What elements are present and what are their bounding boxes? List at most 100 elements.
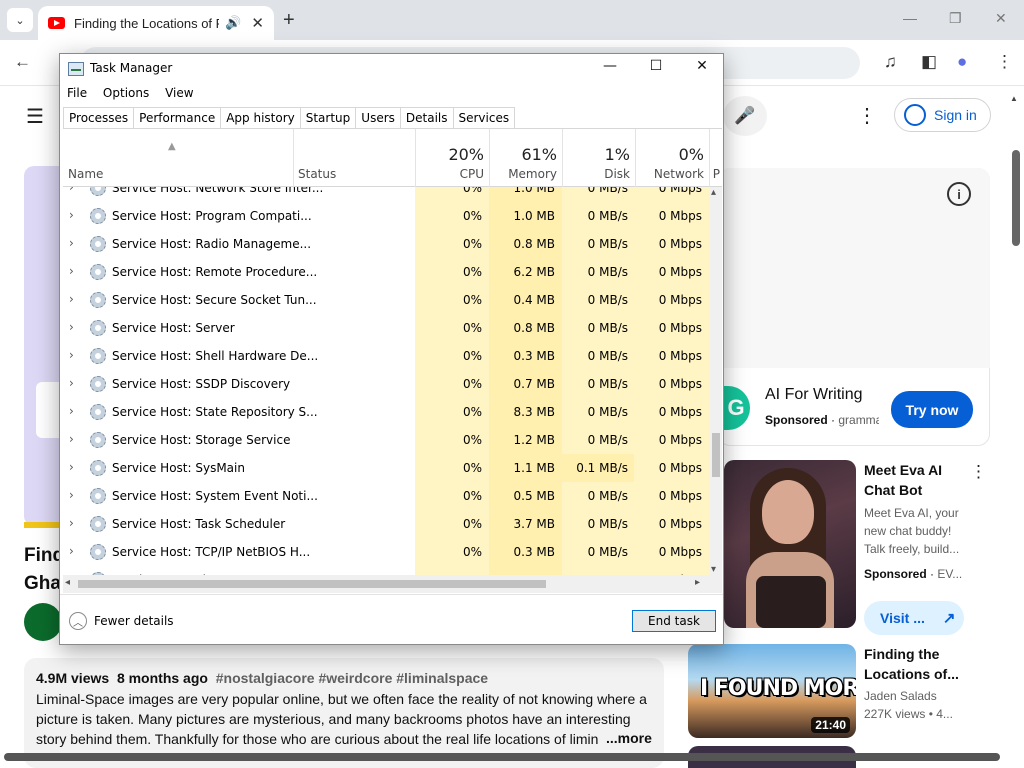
column-network[interactable]: 0% Network <box>635 129 709 187</box>
expand-chevron-icon[interactable]: › <box>69 376 74 390</box>
scroll-left-icon[interactable]: ◂ <box>65 577 70 588</box>
expand-chevron-icon[interactable]: › <box>69 320 74 334</box>
tab-services[interactable]: Services <box>453 107 516 129</box>
scroll-up-icon[interactable]: ▴ <box>711 187 716 198</box>
video-player[interactable] <box>24 166 64 526</box>
column-disk[interactable]: 1% Disk <box>562 129 635 187</box>
fewer-details-button[interactable]: Fewer details <box>94 614 174 628</box>
related-video-title[interactable]: Meet Eva AI Chat Bot <box>864 460 974 500</box>
process-list-vertical-scrollbar[interactable]: ▴ ▾ <box>710 187 722 575</box>
process-row[interactable]: › Service Host: SysMain 0% 1.1 MB 0.1 MB/s 0 … <box>63 454 710 482</box>
video-thumbnail[interactable]: I FOUND MORE. 21:40 <box>688 644 856 738</box>
close-window-button[interactable]: ✕ <box>995 10 1007 27</box>
scroll-up-arrow-icon[interactable]: ▲ <box>1010 94 1018 103</box>
settings-kebab-icon[interactable]: ⋮ <box>857 103 877 128</box>
memory-value: 8.3 MB <box>489 398 561 426</box>
process-list-horizontal-scrollbar[interactable]: ◂ ▸ <box>63 575 722 593</box>
column-name[interactable]: Name <box>68 167 103 181</box>
voice-search-icon[interactable]: 🎤 <box>723 96 767 136</box>
hamburger-menu-icon[interactable]: ☰ <box>26 104 44 129</box>
ad-title[interactable]: AI For Writing <box>765 386 863 404</box>
process-row[interactable]: › Service Host: Program Compati... 0% 1.0 M… <box>63 202 710 230</box>
browser-tab-active[interactable]: Finding the Locations of Po 🔊 ✕ <box>38 6 274 40</box>
task-manager-titlebar[interactable]: Task Manager — ☐ ✕ <box>60 54 723 84</box>
menu-options[interactable]: Options <box>103 86 149 100</box>
expand-chevron-icon[interactable]: › <box>69 208 74 222</box>
chevron-up-icon[interactable]: ︿ <box>69 612 87 630</box>
more-options-icon[interactable]: ⋮ <box>970 462 987 482</box>
tab-search-button[interactable]: ⌄ <box>7 8 33 32</box>
column-memory[interactable]: 61% Memory <box>489 129 562 187</box>
process-row[interactable]: › Service Host: State Repository S... 0% 8.… <box>63 398 710 426</box>
tab-details[interactable]: Details <box>400 107 454 129</box>
expand-chevron-icon[interactable]: › <box>69 264 74 278</box>
scroll-thumb[interactable] <box>712 433 720 477</box>
related-video-title[interactable]: Finding the Locations of... <box>864 644 974 684</box>
tm-maximize-button[interactable]: ☐ <box>641 58 671 74</box>
expand-chevron-icon[interactable]: › <box>69 516 74 530</box>
memory-value: 0.4 MB <box>489 286 561 314</box>
process-row[interactable]: › Service Host: Remote Procedure... 0% 6.2 … <box>63 258 710 286</box>
end-task-button[interactable]: End task <box>632 610 716 632</box>
media-control-icon[interactable]: ♫ <box>884 52 897 72</box>
process-row[interactable]: › Service Host: SSDP Discovery 0% 0.7 MB 0 M… <box>63 370 710 398</box>
process-row[interactable]: › Service Host: Server 0% 0.8 MB 0 MB/s 0 Mbp… <box>63 314 710 342</box>
memory-value: 0.3 MB <box>489 538 561 566</box>
scroll-down-icon[interactable]: ▾ <box>711 564 716 575</box>
scroll-thumb[interactable] <box>78 580 546 588</box>
tab-processes[interactable]: Processes <box>63 107 135 129</box>
minimize-button[interactable]: — <box>903 10 917 26</box>
process-row[interactable]: ›Service Host: Themes0%0.3 MB0 MB/s0 Mbp… <box>63 566 710 575</box>
column-status[interactable]: Status <box>293 129 415 187</box>
expand-chevron-icon[interactable]: › <box>69 460 74 474</box>
tab-users[interactable]: Users <box>356 107 401 129</box>
process-row[interactable]: › Service Host: Secure Socket Tun... 0% 0.4… <box>63 286 710 314</box>
process-row[interactable]: › Service Host: Storage Service 0% 1.2 MB 0 … <box>63 426 710 454</box>
cpu-value: 0% <box>415 370 488 398</box>
page-vertical-scrollbar[interactable] <box>1012 150 1020 246</box>
expand-chevron-icon[interactable]: › <box>69 236 74 250</box>
tm-close-button[interactable]: ✕ <box>687 58 717 74</box>
speaker-icon[interactable]: 🔊 <box>225 15 241 31</box>
profile-icon[interactable]: ● <box>957 52 967 72</box>
process-row[interactable]: › Service Host: Task Scheduler 0% 3.7 MB 0 M… <box>63 510 710 538</box>
back-arrow-icon[interactable]: ← <box>14 52 31 72</box>
process-row[interactable]: › Service Host: Shell Hardware De... 0% 0.3… <box>63 342 710 370</box>
expand-chevron-icon[interactable]: › <box>69 544 74 558</box>
tab-close-icon[interactable]: ✕ <box>251 14 264 32</box>
expand-chevron-icon[interactable]: › <box>69 292 74 306</box>
column-power[interactable]: P <box>709 129 722 187</box>
sign-in-button[interactable]: Sign in <box>894 98 991 132</box>
expand-chevron-icon[interactable]: › <box>69 348 74 362</box>
network-value: 0 Mbps <box>635 454 708 482</box>
tm-minimize-button[interactable]: — <box>595 58 625 74</box>
expand-chevron-icon[interactable]: › <box>69 187 74 194</box>
video-progress-bar[interactable] <box>24 522 64 528</box>
process-row[interactable]: › Service Host: Radio Manageme... 0% 0.8 MB… <box>63 230 710 258</box>
process-row[interactable]: › Service Host: Network Store Inter... 0% 1… <box>63 187 710 202</box>
process-row[interactable]: › Service Host: System Event Noti... 0% 0.5… <box>63 482 710 510</box>
show-more-link[interactable]: ...more <box>600 730 652 746</box>
process-row[interactable]: › Service Host: TCP/IP NetBIOS H... 0% 0.3 … <box>63 538 710 566</box>
channel-avatar[interactable] <box>24 603 62 641</box>
tab-app-history[interactable]: App history <box>221 107 301 129</box>
video-thumbnail[interactable] <box>724 460 856 628</box>
browser-menu-icon[interactable]: ⋮ <box>996 52 1013 72</box>
expand-chevron-icon[interactable]: › <box>69 432 74 446</box>
menu-view[interactable]: View <box>165 86 193 100</box>
side-panel-icon[interactable]: ◧ <box>921 52 937 72</box>
tab-startup[interactable]: Startup <box>300 107 357 129</box>
column-cpu[interactable]: 20% CPU <box>415 129 489 187</box>
expand-chevron-icon[interactable]: › <box>69 488 74 502</box>
new-tab-button[interactable]: + <box>283 9 295 32</box>
maximize-button[interactable]: ❐ <box>949 10 962 27</box>
menu-file[interactable]: File <box>67 86 87 100</box>
scroll-right-icon[interactable]: ▸ <box>695 577 700 588</box>
tab-performance[interactable]: Performance <box>134 107 222 129</box>
page-horizontal-scrollbar[interactable] <box>4 753 1000 761</box>
try-now-button[interactable]: Try now <box>891 391 973 428</box>
visit-button[interactable]: Visit ... ↗ <box>864 601 964 635</box>
info-icon[interactable]: i <box>947 182 971 206</box>
expand-chevron-icon[interactable]: › <box>69 404 74 418</box>
related-video-channel[interactable]: Jaden Salads <box>864 689 937 703</box>
